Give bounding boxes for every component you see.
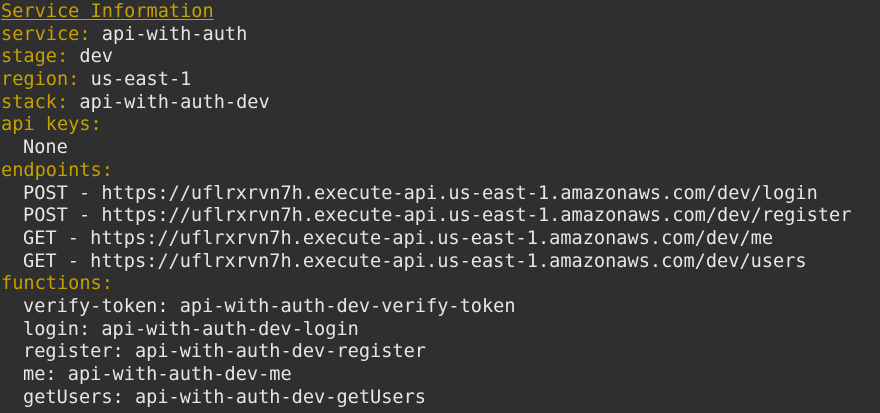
list-item: GET - https://uflrxrvn7h.execute-api.us-… bbox=[23, 227, 774, 249]
field-row-region: region: us-east-1 bbox=[1, 69, 880, 92]
list-item: GET - https://uflrxrvn7h.execute-api.us-… bbox=[23, 250, 807, 272]
list-item: POST - https://uflrxrvn7h.execute-api.us… bbox=[23, 182, 818, 204]
endpoints-header: endpoints: bbox=[1, 160, 880, 183]
list-item: POST - https://uflrxrvn7h.execute-api.us… bbox=[23, 205, 852, 227]
field-key: service: bbox=[1, 23, 91, 45]
list-item: register: api-with-auth-dev-register bbox=[23, 341, 426, 363]
field-key: stage: bbox=[1, 46, 69, 68]
function-item: me: api-with-auth-dev-me bbox=[1, 364, 880, 387]
list-item: verify-token: api-with-auth-dev-verify-t… bbox=[23, 295, 516, 317]
terminal-output: Service Information service: api-with-au… bbox=[0, 0, 880, 413]
field-value: api-with-auth-dev bbox=[79, 91, 270, 113]
field-row-service: service: api-with-auth bbox=[1, 24, 880, 47]
field-row-stack: stack: api-with-auth-dev bbox=[1, 92, 880, 115]
list-item: me: api-with-auth-dev-me bbox=[23, 364, 292, 385]
function-item: register: api-with-auth-dev-register bbox=[1, 341, 880, 364]
section-title-line: Service Information bbox=[1, 1, 880, 24]
endpoint-item: POST - https://uflrxrvn7h.execute-api.us… bbox=[1, 183, 880, 206]
function-item: verify-token: api-with-auth-dev-verify-t… bbox=[1, 296, 880, 319]
field-value: api-with-auth bbox=[101, 23, 248, 45]
field-key: region: bbox=[1, 69, 80, 91]
field-value: us-east-1 bbox=[90, 69, 192, 91]
field-key: stack: bbox=[1, 91, 69, 113]
function-item: getUsers: api-with-auth-dev-getUsers bbox=[1, 387, 880, 410]
section-title: Service Information bbox=[1, 1, 214, 22]
endpoint-item: POST - https://uflrxrvn7h.execute-api.us… bbox=[1, 205, 880, 228]
api-keys-header: api keys: bbox=[1, 114, 880, 137]
list-item: None bbox=[23, 137, 68, 159]
field-row-stage: stage: dev bbox=[1, 46, 880, 69]
list-item: login: api-with-auth-dev-login bbox=[23, 318, 359, 340]
section-label: functions: bbox=[1, 273, 113, 295]
section-label: api keys: bbox=[1, 114, 102, 136]
endpoint-item: GET - https://uflrxrvn7h.execute-api.us-… bbox=[1, 228, 880, 251]
field-value: dev bbox=[79, 46, 113, 68]
list-item: getUsers: api-with-auth-dev-getUsers bbox=[23, 386, 426, 408]
api-key-item: None bbox=[1, 137, 880, 160]
function-item: login: api-with-auth-dev-login bbox=[1, 319, 880, 342]
functions-header: functions: bbox=[1, 273, 880, 296]
section-label: endpoints: bbox=[1, 159, 113, 181]
endpoint-item: GET - https://uflrxrvn7h.execute-api.us-… bbox=[1, 251, 880, 274]
